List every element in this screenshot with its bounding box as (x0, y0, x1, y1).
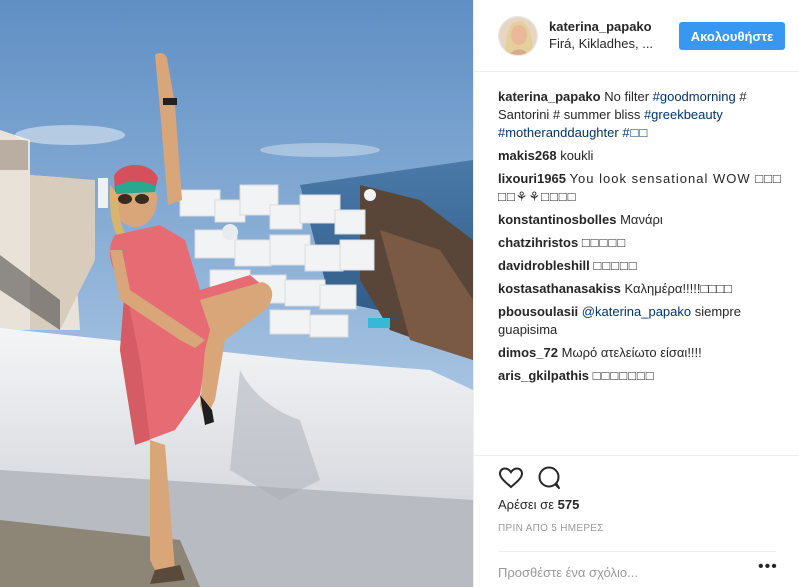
comment-username[interactable]: davidrobleshill (498, 258, 590, 273)
post-photo[interactable] (0, 0, 473, 587)
comment-input[interactable] (498, 562, 736, 582)
comment-text: □□□□□□□ (592, 368, 655, 383)
likes-count: 575 (557, 497, 580, 512)
speech-bubble-icon[interactable] (536, 465, 562, 491)
comment-username[interactable]: kostasathanasakiss (498, 281, 621, 296)
comment-username[interactable]: dimos_72 (498, 345, 558, 360)
comment-text: koukli (560, 148, 594, 163)
instagram-post: katerina_papako Firá, Kikladhes, ... Ακο… (0, 0, 799, 587)
avatar-image (499, 16, 537, 55)
list-item: aris_gkilpathis □□□□□□□ (498, 367, 788, 385)
hashtag-link[interactable]: #□□ (622, 125, 648, 140)
heart-icon[interactable] (498, 465, 524, 491)
post-actions (474, 455, 799, 495)
list-item: dimos_72 Μωρό ατελείωτο είσαι!!!! (498, 344, 788, 362)
comment-username[interactable]: pbousoulasii (498, 304, 578, 319)
comment-text: Μωρό ατελείωτο είσαι!!!! (561, 345, 702, 360)
list-item: konstantinosbolles Μανάρι (498, 211, 788, 229)
caption-username[interactable]: katerina_papako (498, 89, 601, 104)
likes-summary[interactable]: Αρέσει σε 575 (498, 497, 579, 512)
comment-username[interactable]: konstantinosbolles (498, 212, 616, 227)
more-options-icon[interactable]: ••• (758, 559, 778, 580)
mention-link[interactable]: @katerina_papako (582, 304, 691, 319)
caption: katerina_papako No filter #goodmorning #… (498, 88, 788, 142)
avatar[interactable] (498, 15, 538, 56)
likes-label: Αρέσει σε (498, 497, 554, 512)
comment-username[interactable]: makis268 (498, 148, 557, 163)
list-item: makis268 koukli (498, 147, 788, 165)
follow-button[interactable]: Ακολουθήστε (679, 22, 785, 50)
list-item: pbousoulasii @katerina_papako siempre gu… (498, 303, 788, 339)
comment-text: Μανάρι (620, 212, 663, 227)
caption-text: No filter (604, 89, 653, 104)
hashtag-link[interactable]: #goodmorning (653, 89, 736, 104)
list-item: kostasathanasakiss Καλημέρα!!!!!□□□□ (498, 280, 788, 298)
post-header: katerina_papako Firá, Kikladhes, ... Ακο… (474, 0, 799, 72)
comment-text: □□□□□ (593, 258, 638, 273)
list-item: chatzihristos □□□□□ (498, 234, 788, 252)
add-comment-bar: ••• (498, 551, 778, 587)
photo-illustration (0, 0, 473, 587)
comments-list: katerina_papako No filter #goodmorning #… (498, 88, 788, 390)
comment-username[interactable]: lixouri1965 (498, 171, 566, 186)
comment-text: Καλημέρα!!!!!□□□□ (624, 281, 732, 296)
post-timestamp[interactable]: ΠΡΙΝ ΑΠΟ 5 ΗΜΕΡΕΣ (498, 523, 604, 534)
comment-username[interactable]: chatzihristos (498, 235, 578, 250)
list-item: davidrobleshill □□□□□ (498, 257, 788, 275)
post-details-panel: katerina_papako Firá, Kikladhes, ... Ακο… (473, 0, 799, 587)
hashtag-link[interactable]: #greekbeauty (644, 107, 723, 122)
list-item: lixouri1965 You look sensational WOW □□□… (498, 170, 788, 206)
comment-username[interactable]: aris_gkilpathis (498, 368, 589, 383)
hashtag-link[interactable]: #motheranddaughter (498, 125, 619, 140)
comment-text: □□□□□ (581, 235, 627, 250)
